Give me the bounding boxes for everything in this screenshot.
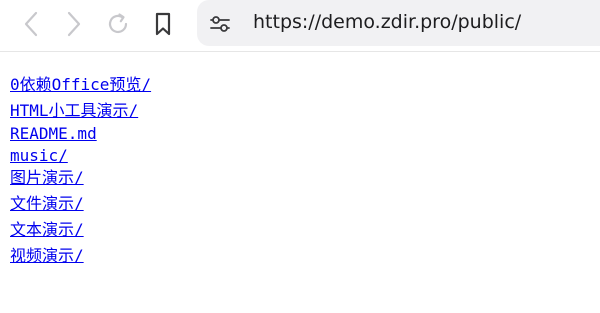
directory-listing: 0依赖Office预览/ HTML小工具演示/ README.md music/… [10,76,151,265]
chevron-left-icon [24,11,38,37]
list-item[interactable]: 视频演示/ [10,247,151,265]
browser-toolbar: https://demo.zdir.pro/public/ [0,0,600,52]
sliders-icon[interactable] [209,13,231,35]
reload-button[interactable] [104,9,132,39]
reload-icon [108,13,128,33]
back-button[interactable] [17,9,45,39]
url-text[interactable]: https://demo.zdir.pro/public/ [253,11,521,33]
list-item[interactable]: HTML小工具演示/ [10,102,151,120]
bookmark-button[interactable] [149,9,177,39]
bookmark-icon [155,12,171,36]
list-item[interactable]: 文件演示/ [10,195,151,213]
list-item[interactable]: 图片演示/ [10,169,151,187]
list-item[interactable]: README.md [10,125,151,143]
forward-button[interactable] [60,9,88,39]
list-item[interactable]: 0依赖Office预览/ [10,76,151,94]
list-item[interactable]: music/ [10,147,151,165]
chevron-right-icon [67,11,81,37]
address-bar[interactable]: https://demo.zdir.pro/public/ [197,0,600,46]
list-item[interactable]: 文本演示/ [10,221,151,239]
